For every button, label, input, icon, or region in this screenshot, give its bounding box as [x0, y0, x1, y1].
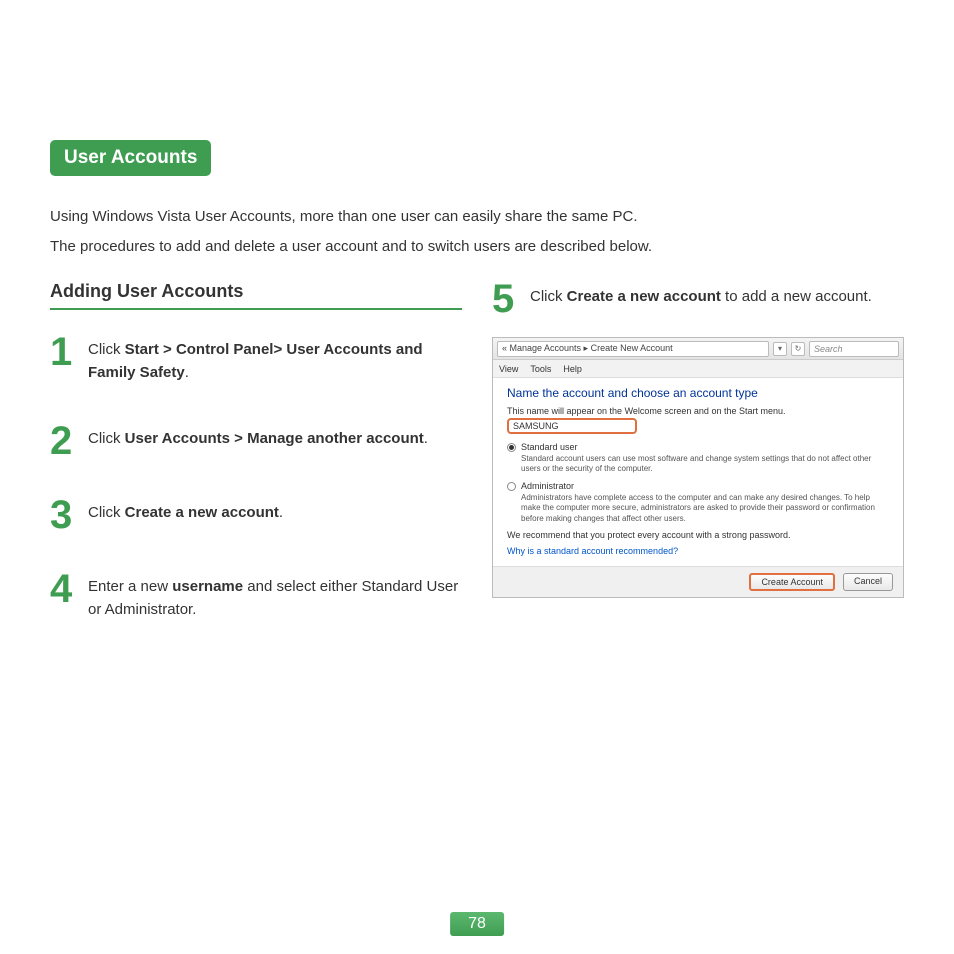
step-pre: Enter a new — [88, 578, 172, 595]
option-administrator[interactable]: Administrator — [507, 481, 889, 491]
page-number: 78 — [450, 912, 504, 936]
recommendation-text: We recommend that you protect every acco… — [507, 530, 889, 540]
step-text: Click Start > Control Panel> User Accoun… — [88, 334, 462, 385]
intro-text: Using Windows Vista User Accounts, more … — [50, 204, 904, 259]
refresh-icon[interactable]: ↻ — [791, 342, 805, 356]
step-post: to add a new account. — [721, 288, 872, 305]
step-1: 1 Click Start > Control Panel> User Acco… — [50, 334, 462, 385]
menu-view[interactable]: View — [499, 364, 518, 374]
option-standard-user[interactable]: Standard user — [507, 442, 889, 452]
radio-icon[interactable] — [507, 443, 516, 452]
menu-bar: View Tools Help — [493, 360, 903, 378]
radio-icon[interactable] — [507, 482, 516, 491]
step-2: 2 Click User Accounts > Manage another a… — [50, 423, 462, 459]
create-account-button[interactable]: Create Account — [749, 573, 835, 591]
step-pre: Click — [88, 504, 125, 521]
section-title: User Accounts — [50, 140, 211, 176]
dialog-heading: Name the account and choose an account t… — [507, 386, 889, 400]
step-post: . — [424, 430, 428, 447]
step-number: 5 — [492, 281, 520, 317]
step-bold: Create a new account — [567, 288, 721, 305]
step-pre: Click — [88, 341, 125, 358]
breadcrumb[interactable]: « Manage Accounts ▸ Create New Account — [497, 341, 769, 357]
intro-line-1: Using Windows Vista User Accounts, more … — [50, 204, 904, 230]
step-5: 5 Click Create a new account to add a ne… — [492, 281, 904, 317]
step-number: 2 — [50, 423, 78, 459]
dialog-footer: Create Account Cancel — [493, 566, 903, 597]
step-text: Click User Accounts > Manage another acc… — [88, 423, 428, 450]
step-post: . — [279, 504, 283, 521]
step-number: 1 — [50, 334, 78, 370]
step-pre: Click — [530, 288, 567, 305]
menu-help[interactable]: Help — [563, 364, 582, 374]
cancel-button[interactable]: Cancel — [843, 573, 893, 591]
option-label: Administrator — [521, 481, 574, 491]
step-bold: username — [172, 578, 243, 595]
step-number: 4 — [50, 571, 78, 607]
menu-tools[interactable]: Tools — [530, 364, 551, 374]
intro-line-2: The procedures to add and delete a user … — [50, 234, 904, 260]
step-post: . — [185, 364, 189, 381]
help-link[interactable]: Why is a standard account recommended? — [507, 546, 889, 556]
step-text: Enter a new username and select either S… — [88, 571, 462, 622]
create-account-dialog: « Manage Accounts ▸ Create New Account ▾… — [492, 337, 904, 598]
step-4: 4 Enter a new username and select either… — [50, 571, 462, 622]
subheading: Adding User Accounts — [50, 281, 462, 310]
step-3: 3 Click Create a new account. — [50, 497, 462, 533]
option-desc: Standard account users can use most soft… — [521, 454, 889, 475]
step-bold: Create a new account — [125, 504, 279, 521]
step-bold: User Accounts > Manage another account — [125, 430, 424, 447]
step-number: 3 — [50, 497, 78, 533]
account-name-input[interactable]: SAMSUNG — [507, 418, 637, 434]
dropdown-icon[interactable]: ▾ — [773, 342, 787, 356]
step-bold: Start > Control Panel> User Accounts and… — [88, 341, 423, 381]
option-desc: Administrators have complete access to t… — [521, 493, 889, 524]
dialog-subtext: This name will appear on the Welcome scr… — [507, 406, 889, 416]
step-text: Click Create a new account to add a new … — [530, 281, 872, 308]
step-pre: Click — [88, 430, 125, 447]
option-label: Standard user — [521, 442, 578, 452]
search-input[interactable]: Search — [809, 341, 899, 357]
step-text: Click Create a new account. — [88, 497, 283, 524]
address-bar: « Manage Accounts ▸ Create New Account ▾… — [493, 338, 903, 360]
